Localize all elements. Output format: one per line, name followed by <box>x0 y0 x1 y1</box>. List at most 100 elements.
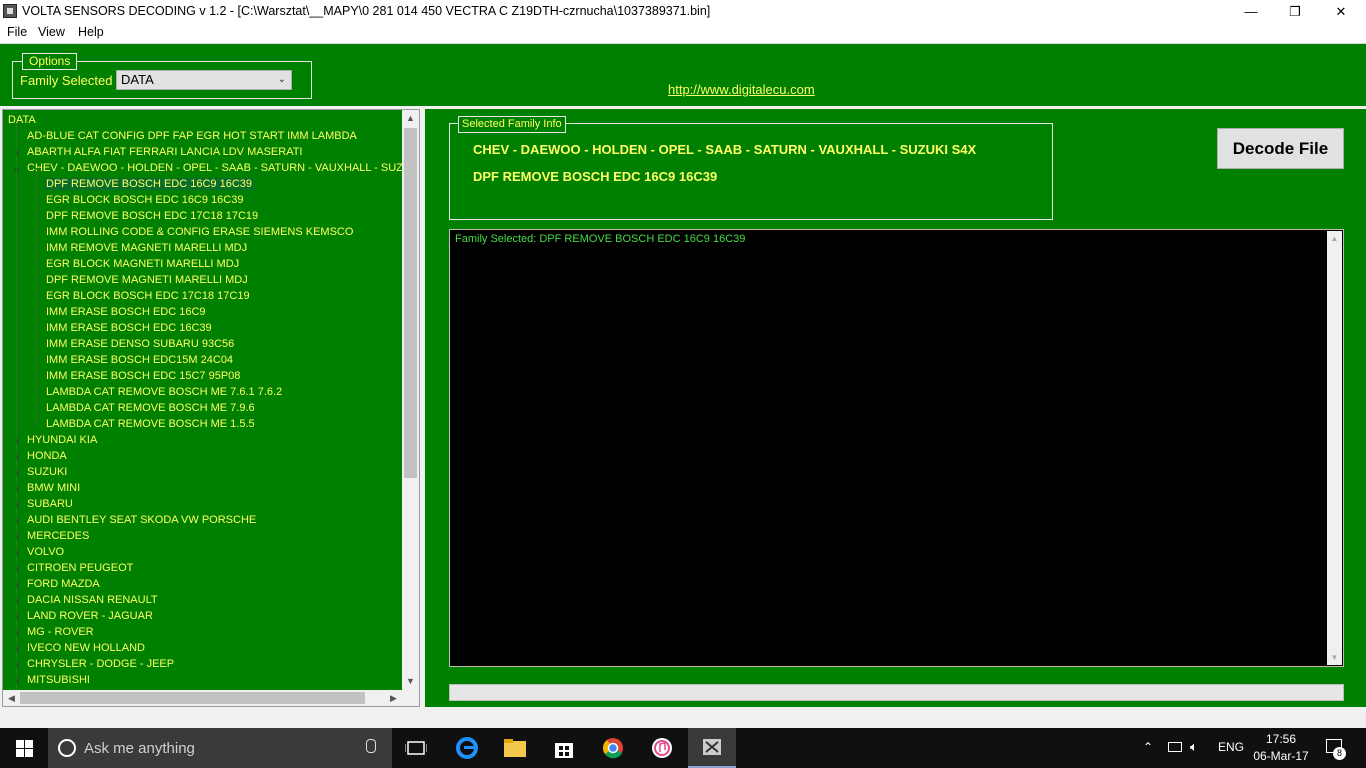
tree-node[interactable]: MG - ROVER <box>27 624 94 640</box>
scroll-thumb[interactable] <box>404 128 417 478</box>
scroll-left-icon[interactable]: ◀ <box>3 690 20 706</box>
language-indicator[interactable]: ENG <box>1218 740 1244 754</box>
expand-chevron-icon[interactable]: › <box>12 432 22 448</box>
clock-time[interactable]: 17:56 <box>1262 732 1300 746</box>
expand-chevron-icon[interactable]: › <box>12 560 22 576</box>
volume-icon[interactable]: 🔈︎ <box>1190 739 1198 755</box>
expand-chevron-icon[interactable]: › <box>12 640 22 656</box>
tree-leaf[interactable]: IMM ERASE BOSCH EDC15M 24C04 <box>46 352 233 368</box>
tree-node[interactable]: LAND ROVER - JAGUAR <box>27 608 153 624</box>
tree-item-label: EGR BLOCK BOSCH EDC 16C9 16C39 <box>46 194 244 206</box>
scroll-right-icon[interactable]: ▶ <box>385 690 402 706</box>
file-explorer-button[interactable] <box>491 728 539 768</box>
notification-badge: 8 <box>1333 747 1346 760</box>
tree-node[interactable]: AD-BLUE CAT CONFIG DPF FAP EGR HOT START… <box>27 128 357 144</box>
microphone-icon[interactable] <box>366 739 376 753</box>
tree-node[interactable]: SUBARU <box>27 496 73 512</box>
tree-node[interactable]: MERCEDES <box>27 528 89 544</box>
expand-chevron-icon[interactable]: › <box>12 608 22 624</box>
search-box[interactable]: Ask me anything <box>48 728 392 768</box>
tree-leaf[interactable]: DPF REMOVE BOSCH EDC 17C18 17C19 <box>46 208 258 224</box>
scroll-up-icon[interactable]: ▲ <box>402 110 419 127</box>
expand-chevron-icon[interactable]: › <box>12 464 22 480</box>
family-tree[interactable]: DATA ⌄ AD-BLUE CAT CONFIG DPF FAP EGR HOT … <box>2 109 420 707</box>
chevron-up-icon[interactable]: ⌃ <box>1143 740 1153 754</box>
close-button[interactable]: ✕ <box>1318 0 1364 23</box>
output-console[interactable]: Family Selected: DPF REMOVE BOSCH EDC 16… <box>449 229 1344 667</box>
collapse-chevron-icon[interactable]: ⌄ <box>12 160 22 176</box>
tree-leaf[interactable]: DPF REMOVE BOSCH EDC 16C9 16C39 <box>44 176 255 192</box>
tree-node[interactable]: BMW MINI <box>27 480 80 496</box>
scroll-thumb-horizontal[interactable] <box>20 692 365 704</box>
edge-button[interactable] <box>443 728 491 768</box>
expand-chevron-icon[interactable]: › <box>12 512 22 528</box>
expand-chevron-icon[interactable]: › <box>12 672 22 688</box>
tree-leaf[interactable]: LAMBDA CAT REMOVE BOSCH ME 1.5.5 <box>46 416 255 432</box>
tree-node[interactable]: MITSUBISHI <box>27 672 90 688</box>
console-scrollbar[interactable]: ▲ ▼ <box>1327 231 1342 665</box>
website-link[interactable]: http://www.digitalecu.com <box>668 82 815 97</box>
tree-node[interactable]: CITROEN PEUGEOT <box>27 560 133 576</box>
collapse-chevron-icon[interactable]: ⌄ <box>2 112 3 128</box>
expand-chevron-icon[interactable]: › <box>12 592 22 608</box>
battery-icon[interactable] <box>1168 742 1182 752</box>
tree-leaf[interactable]: EGR BLOCK MAGNETI MARELLI MDJ <box>46 256 239 272</box>
menu-file[interactable]: File <box>7 25 27 39</box>
start-button[interactable] <box>0 728 48 768</box>
tree-node[interactable]: SUZUKI <box>27 464 67 480</box>
menu-view[interactable]: View <box>38 25 65 39</box>
tree-leaf[interactable]: LAMBDA CAT REMOVE BOSCH ME 7.6.1 7.6.2 <box>46 384 282 400</box>
tree-leaf[interactable]: LAMBDA CAT REMOVE BOSCH ME 7.9.6 <box>46 400 255 416</box>
tree-leaf[interactable]: IMM REMOVE MAGNETI MARELLI MDJ <box>46 240 247 256</box>
tree-node[interactable]: IVECO NEW HOLLAND <box>27 640 145 656</box>
tree-item-label: IMM ERASE DENSO SUBARU 93C56 <box>46 338 235 350</box>
tree-vertical-scrollbar[interactable]: ▲ ▼ <box>402 110 419 690</box>
expand-chevron-icon[interactable]: › <box>12 144 22 160</box>
maximize-button[interactable]: ❐ <box>1272 0 1318 23</box>
chrome-button[interactable] <box>589 728 637 768</box>
expand-chevron-icon[interactable]: › <box>12 496 22 512</box>
scroll-down-icon[interactable]: ▼ <box>402 673 419 690</box>
minimize-button[interactable]: — <box>1228 0 1274 23</box>
expand-chevron-icon[interactable]: › <box>12 528 22 544</box>
tree-item-label: DPF REMOVE MAGNETI MARELLI MDJ <box>46 274 248 286</box>
tree-leaf[interactable]: EGR BLOCK BOSCH EDC 16C9 16C39 <box>46 192 243 208</box>
tree-node[interactable]: ABARTH ALFA FIAT FERRARI LANCIA LDV MASE… <box>27 144 302 160</box>
folder-icon <box>504 739 526 757</box>
itunes-button[interactable] <box>638 728 686 768</box>
clock-date[interactable]: 06-Mar-17 <box>1253 749 1309 763</box>
tree-leaf[interactable]: IMM ROLLING CODE & CONFIG ERASE SIEMENS … <box>46 224 353 240</box>
tree-node[interactable]: HYUNDAI KIA <box>27 432 97 448</box>
family-select[interactable]: DATA ⌄ <box>116 70 292 90</box>
expand-chevron-icon[interactable]: › <box>12 544 22 560</box>
volta-app-icon <box>703 739 721 755</box>
tree-leaf[interactable]: IMM ERASE BOSCH EDC 16C9 <box>46 304 206 320</box>
tree-node[interactable]: AUDI BENTLEY SEAT SKODA VW PORSCHE <box>27 512 256 528</box>
scroll-up-icon[interactable]: ▲ <box>1327 231 1342 246</box>
decode-file-button[interactable]: Decode File <box>1217 128 1344 169</box>
expand-chevron-icon[interactable]: › <box>12 624 22 640</box>
expand-chevron-icon[interactable]: › <box>12 480 22 496</box>
tree-leaf[interactable]: IMM ERASE DENSO SUBARU 93C56 <box>46 336 234 352</box>
tree-node[interactable]: DACIA NISSAN RENAULT <box>27 592 158 608</box>
tree-item-label: MITSUBISHI <box>27 674 90 686</box>
tree-leaf[interactable]: IMM ERASE BOSCH EDC 15C7 95P08 <box>46 368 240 384</box>
volta-app-button[interactable] <box>688 728 736 768</box>
tree-horizontal-scrollbar[interactable]: ◀ ▶ <box>3 690 402 706</box>
tree-leaf[interactable]: IMM ERASE BOSCH EDC 16C39 <box>46 320 212 336</box>
tree-root[interactable]: DATA <box>8 112 36 128</box>
scroll-down-icon[interactable]: ▼ <box>1327 650 1342 665</box>
task-view-button[interactable] <box>392 728 440 768</box>
expand-chevron-icon[interactable]: › <box>12 576 22 592</box>
expand-chevron-icon[interactable]: › <box>12 448 22 464</box>
expand-chevron-icon[interactable]: › <box>12 656 22 672</box>
tree-node[interactable]: CHRYSLER - DODGE - JEEP <box>27 656 174 672</box>
tree-node[interactable]: HONDA <box>27 448 67 464</box>
store-button[interactable] <box>540 728 588 768</box>
menu-help[interactable]: Help <box>78 25 104 39</box>
tree-leaf[interactable]: DPF REMOVE MAGNETI MARELLI MDJ <box>46 272 248 288</box>
tree-node[interactable]: CHEV - DAEWOO - HOLDEN - OPEL - SAAB - S… <box>27 160 419 176</box>
tree-leaf[interactable]: EGR BLOCK BOSCH EDC 17C18 17C19 <box>46 288 250 304</box>
tree-node[interactable]: FORD MAZDA <box>27 576 100 592</box>
tree-node[interactable]: VOLVO <box>27 544 64 560</box>
